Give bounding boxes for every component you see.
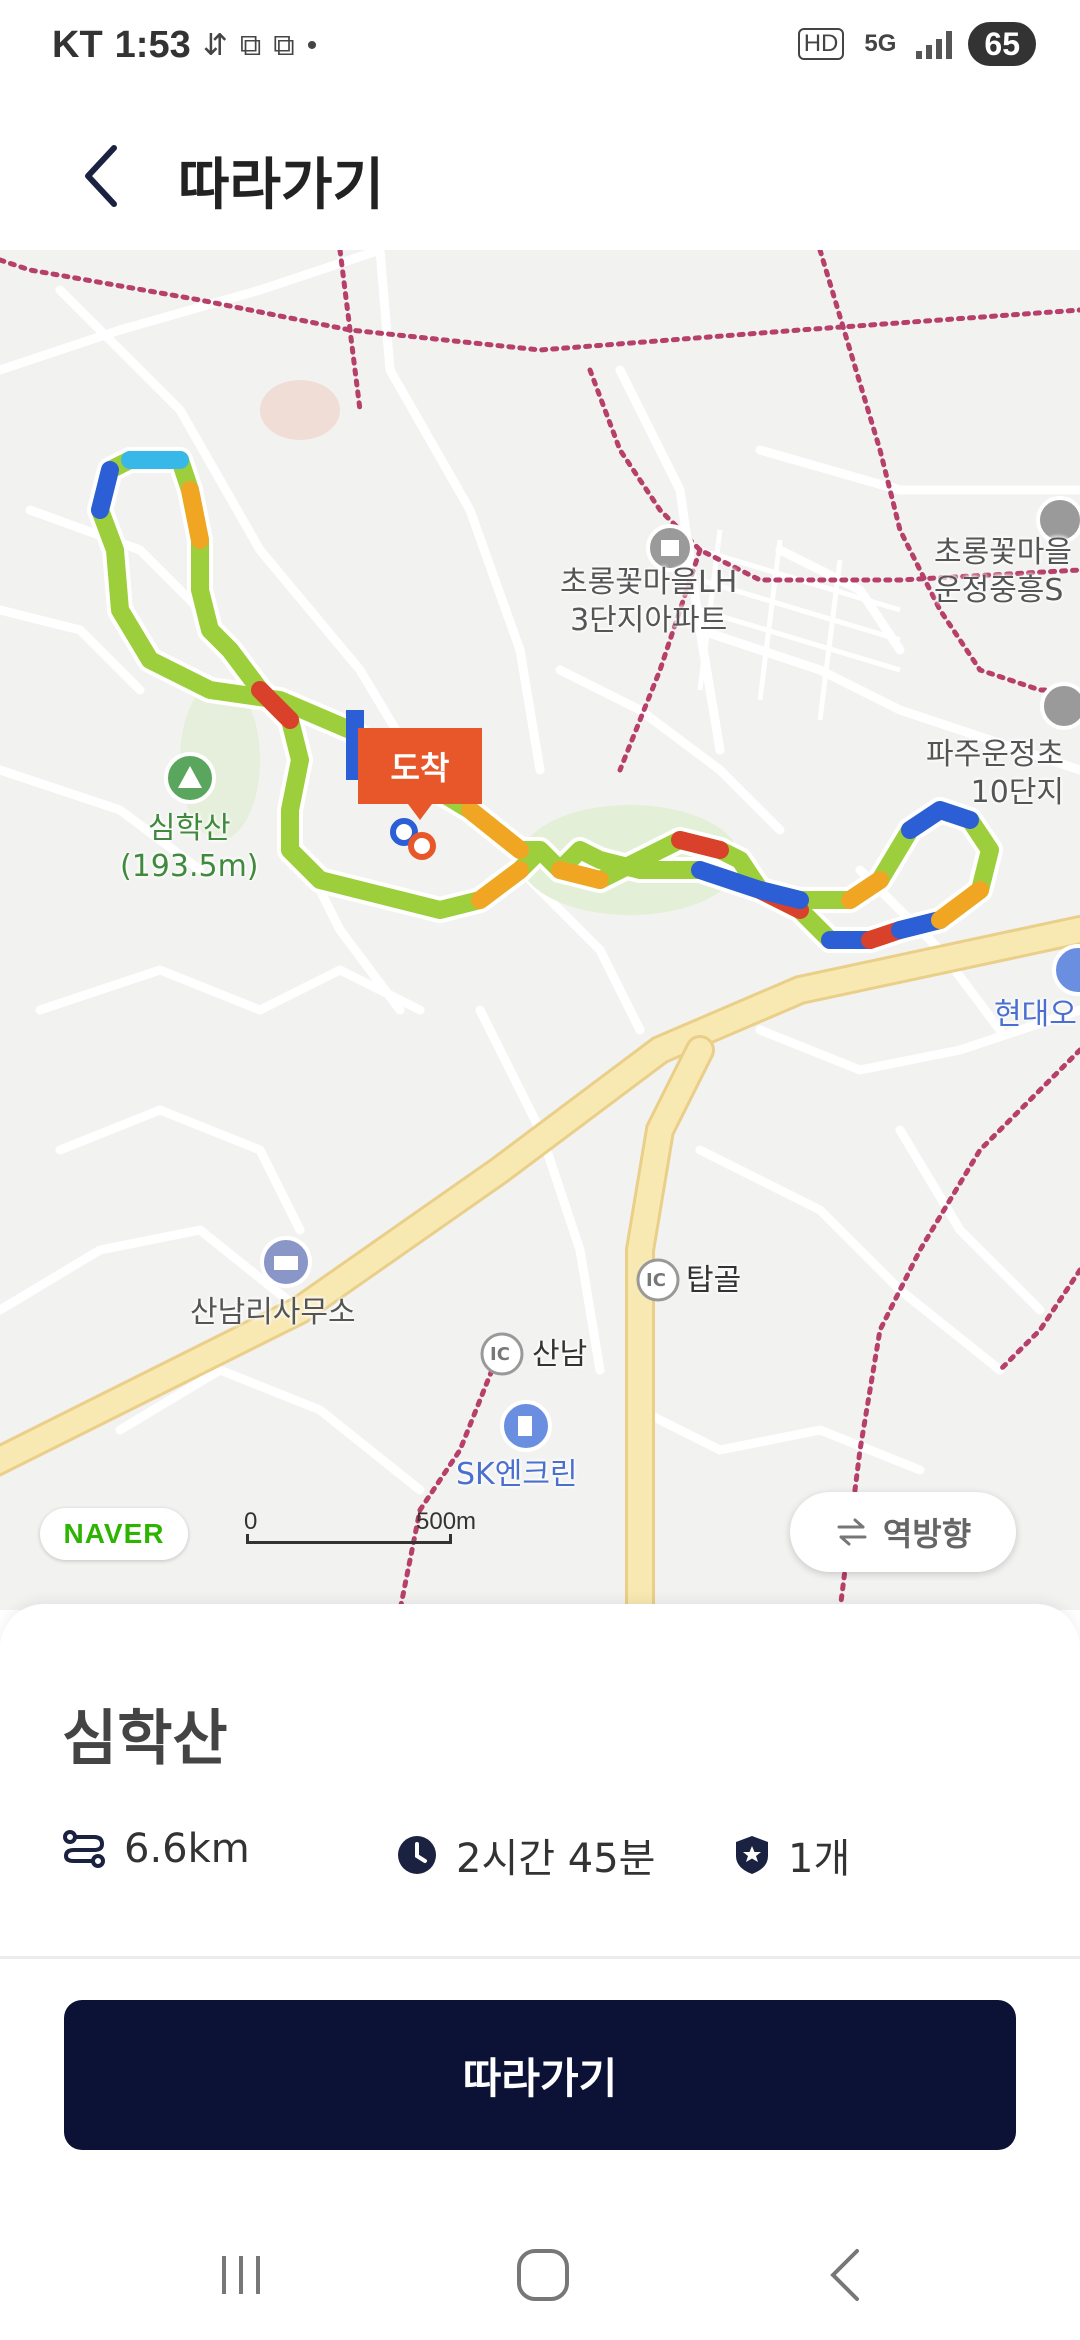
network-type-icon: 5G	[864, 30, 897, 57]
page-title: 따라가기	[178, 153, 385, 218]
scale-bar: 0 500m	[244, 1508, 476, 1544]
naver-logo: NAVER	[40, 1508, 188, 1560]
chevron-left-icon	[85, 145, 117, 207]
course-name: 심학산	[62, 1704, 228, 1774]
back-button[interactable]	[60, 136, 140, 216]
home-icon	[517, 2249, 569, 2301]
label-paju-apt: 파주운정초 10단지	[926, 737, 1064, 810]
route-icon	[63, 1830, 105, 1868]
shield-star-icon	[736, 1836, 768, 1874]
app-header: 따라가기	[0, 100, 1080, 250]
recent-apps-button[interactable]	[196, 2240, 286, 2310]
course-stats: 6.6km 2시간 45분 1개	[62, 1826, 1042, 1886]
scale-line	[246, 1534, 452, 1544]
swap-icon	[837, 1518, 867, 1546]
status-left: KT 1:53 ⇵ ⧉ ⧉ •	[52, 24, 317, 67]
battery-icon: 65	[968, 22, 1036, 66]
badges-value: 1개	[788, 1836, 851, 1882]
reverse-direction-button[interactable]: 역방향	[790, 1492, 1016, 1572]
label-hyundai: 현대오	[994, 997, 1077, 1032]
system-nav-bar	[0, 2210, 1080, 2340]
carrier-label: KT	[52, 24, 103, 66]
label-sannam: 산남	[532, 1337, 588, 1372]
label-chorong-right: 초롱꽃마을 운정중흥S	[934, 535, 1072, 608]
label-sk: SK엔크린	[456, 1457, 578, 1492]
recent-apps-icon	[222, 2256, 260, 2294]
distance-value: 6.6km	[124, 1826, 250, 1872]
scale-distance: 500m	[416, 1508, 477, 1535]
signal-icon	[916, 29, 953, 59]
label-tapgol: 탑골	[686, 1263, 742, 1298]
map-view[interactable]: 초롱꽃마을LH 3단지아파트 초롱꽃마을 운정중흥S 파주운정초 10단지 심학…	[0, 250, 1080, 1610]
home-button[interactable]	[498, 2240, 588, 2310]
nav-back-button[interactable]	[800, 2240, 890, 2310]
arrive-flag: 도착	[358, 728, 482, 820]
stat-duration: 2시간 45분	[396, 1826, 655, 1884]
translate-icon-2: ⧉	[273, 28, 295, 62]
dot-icon: •	[306, 28, 318, 62]
status-right: HD 5G 65	[797, 22, 1036, 66]
scale-zero: 0	[244, 1508, 258, 1535]
data-arrow-icon: ⇵	[202, 29, 228, 62]
label-ic-sannam: IC	[490, 1344, 510, 1365]
reverse-label: 역방향	[882, 1515, 972, 1553]
stat-distance: 6.6km	[62, 1826, 250, 1872]
clock-time: 1:53	[114, 24, 191, 66]
duration-value: 2시간 45분	[456, 1836, 656, 1882]
follow-button[interactable]: 따라가기	[64, 2000, 1016, 2150]
divider	[0, 1956, 1080, 1959]
label-sannam-office: 산남리사무소	[190, 1295, 356, 1330]
translate-icon: ⧉	[239, 28, 262, 62]
stat-badges: 1개	[734, 1826, 850, 1884]
status-bar: KT 1:53 ⇵ ⧉ ⧉ • HD 5G 65	[0, 0, 1080, 100]
label-lh-apt: 초롱꽃마을LH 3단지아파트	[560, 565, 738, 638]
label-mountain: 심학산 (193.5m)	[120, 811, 259, 884]
label-ic-tapgol: IC	[646, 1270, 666, 1291]
clock-icon	[398, 1836, 436, 1874]
hd-voice-icon: HD	[797, 28, 845, 60]
map-canvas	[0, 250, 1080, 1610]
back-icon	[830, 2249, 859, 2301]
